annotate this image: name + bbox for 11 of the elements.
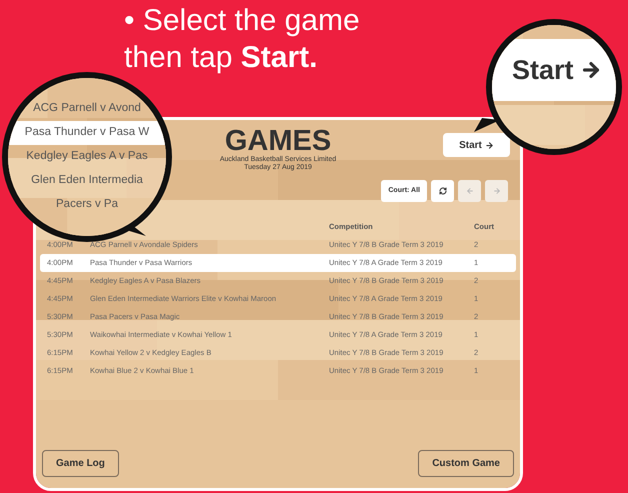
page-title: GAMES bbox=[224, 126, 332, 156]
game-log-button[interactable]: Game Log bbox=[42, 450, 119, 477]
instruction-text: • Select the game bbox=[124, 3, 360, 39]
right-arrow-icon bbox=[492, 187, 500, 195]
left-arrow-icon bbox=[466, 187, 474, 195]
refresh-button[interactable] bbox=[431, 180, 454, 202]
arrow-icon bbox=[484, 140, 494, 150]
start-button[interactable]: Start bbox=[443, 133, 510, 157]
custom-game-button[interactable]: Custom Game bbox=[418, 450, 514, 477]
instruction-text: then tap Start. bbox=[124, 40, 318, 76]
refresh-icon bbox=[438, 187, 446, 195]
